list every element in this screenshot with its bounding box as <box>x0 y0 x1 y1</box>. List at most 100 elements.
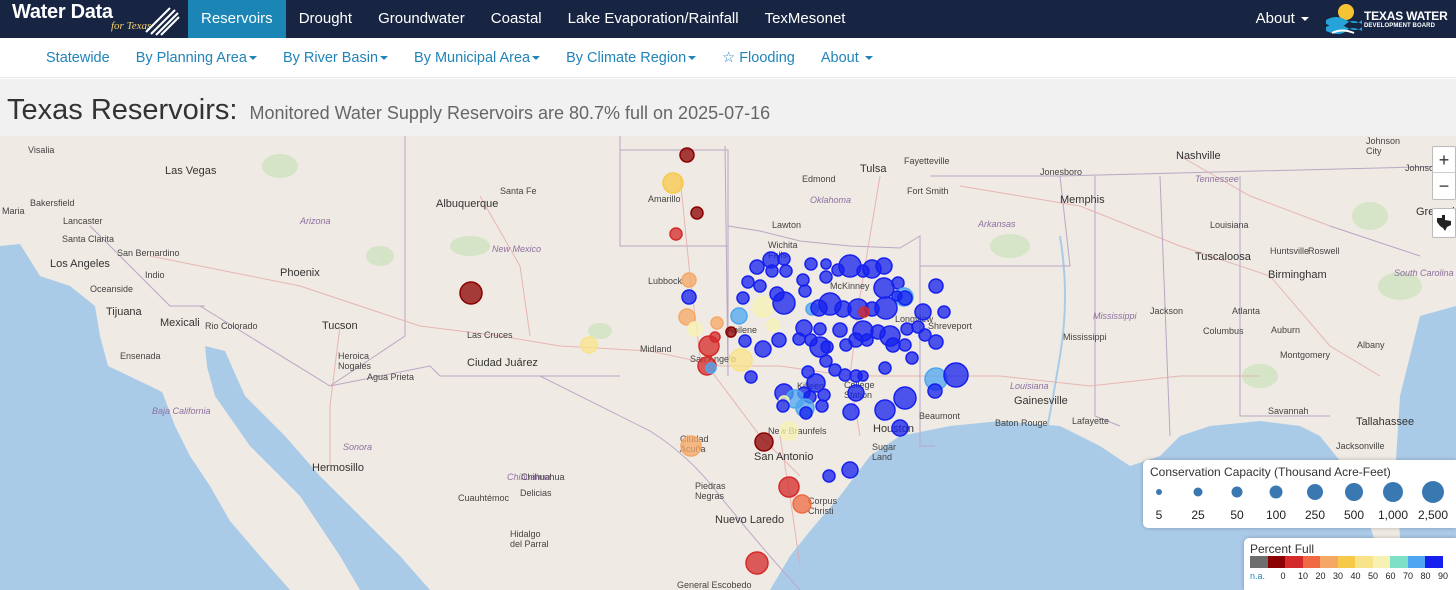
reservoir-marker[interactable] <box>765 264 779 278</box>
reservoir-marker[interactable] <box>832 322 848 338</box>
reservoir-marker[interactable] <box>928 334 944 350</box>
reservoir-marker[interactable] <box>736 291 750 305</box>
twdb-logo[interactable]: TEXAS WATER DEVELOPMENT BOARD <box>1322 0 1456 38</box>
reservoir-marker[interactable] <box>777 252 791 266</box>
reservoir-marker[interactable] <box>943 362 969 388</box>
zoom-in-button[interactable]: + <box>1433 147 1455 173</box>
reservoir-marker[interactable] <box>820 258 832 270</box>
reservoir-marker[interactable] <box>792 494 812 514</box>
top-navbar: Water Data for Texas Reservoirs Drought … <box>0 0 1456 38</box>
subnav-by-planning-area[interactable]: By Planning Area <box>123 50 270 66</box>
reservoir-marker[interactable] <box>847 384 865 402</box>
reservoir-marker[interactable] <box>669 227 683 241</box>
reservoir-marker[interactable] <box>838 368 852 382</box>
reservoir-marker[interactable] <box>842 403 860 421</box>
reservoir-marker[interactable] <box>858 306 870 318</box>
zoom-out-button[interactable]: − <box>1433 173 1455 199</box>
reservoir-marker[interactable] <box>819 270 833 284</box>
reservoir-marker[interactable] <box>725 326 737 338</box>
percent-legend-ticks: n.a. 0 10 20 30 40 50 60 70 80 90 <box>1250 571 1455 583</box>
reservoir-marker[interactable] <box>799 406 813 420</box>
reservoir-marker[interactable] <box>459 281 483 305</box>
reservoir-marker[interactable] <box>891 419 909 437</box>
subnav-by-river-basin[interactable]: By River Basin <box>270 50 401 66</box>
subnav-statewide[interactable]: Statewide <box>33 50 123 66</box>
nav-groundwater[interactable]: Groundwater <box>365 0 478 38</box>
reservoir-marker[interactable] <box>820 340 834 354</box>
reservoir-marker[interactable] <box>754 340 772 358</box>
reservoir-marker[interactable] <box>914 303 932 321</box>
brand-logo[interactable]: Water Data for Texas <box>0 0 188 38</box>
reservoir-marker[interactable] <box>874 399 896 421</box>
nav-coastal[interactable]: Coastal <box>478 0 555 38</box>
reservoir-marker[interactable] <box>796 273 810 287</box>
reservoir-marker[interactable] <box>776 399 790 413</box>
reservoir-marker[interactable] <box>937 305 951 319</box>
reservoir-marker[interactable] <box>927 383 943 399</box>
reservoir-marker[interactable] <box>710 316 724 330</box>
reservoir-marker[interactable] <box>754 432 774 452</box>
reservoir-marker[interactable] <box>778 476 800 498</box>
texas-extent-button[interactable] <box>1432 208 1456 238</box>
reservoir-marker[interactable] <box>779 264 793 278</box>
reservoir-marker[interactable] <box>730 307 748 325</box>
reservoir-marker[interactable] <box>680 435 702 457</box>
reservoir-marker[interactable] <box>741 275 755 289</box>
reservoir-marker[interactable] <box>729 348 753 372</box>
reservoir-marker[interactable] <box>698 335 720 357</box>
reservoir-marker[interactable] <box>813 322 827 336</box>
nav-about-dropdown[interactable]: About <box>1243 0 1322 38</box>
reservoir-marker[interactable] <box>885 337 901 353</box>
subnav-by-municipal-area[interactable]: By Municipal Area <box>401 50 553 66</box>
reservoir-marker[interactable] <box>857 370 869 382</box>
reservoir-marker[interactable] <box>878 361 892 375</box>
reservoir-marker[interactable] <box>875 257 893 275</box>
reservoir-marker[interactable] <box>815 399 829 413</box>
reservoir-marker[interactable] <box>662 172 684 194</box>
reservoir-marker[interactable] <box>766 318 780 332</box>
reservoir-marker[interactable] <box>749 259 765 275</box>
nav-reservoirs[interactable]: Reservoirs <box>188 0 286 38</box>
reservoir-marker[interactable] <box>681 289 697 305</box>
reservoir-marker[interactable] <box>681 272 697 288</box>
reservoir-marker[interactable] <box>690 206 704 220</box>
reservoir-marker[interactable] <box>687 321 703 337</box>
reservoir-marker[interactable] <box>841 461 859 479</box>
reservoir-marker[interactable] <box>744 370 758 384</box>
nav-texmesonet[interactable]: TexMesonet <box>752 0 859 38</box>
reservoir-marker[interactable] <box>745 551 769 575</box>
reservoir-marker[interactable] <box>753 279 767 293</box>
reservoir-marker[interactable] <box>873 277 895 299</box>
reservoir-map[interactable]: Visalia Las Vegas Bakersfield Maria Lanc… <box>0 136 1456 590</box>
nav-drought[interactable]: Drought <box>286 0 365 38</box>
reservoir-marker[interactable] <box>679 147 695 163</box>
reservoir-marker[interactable] <box>792 332 806 346</box>
subnav-statewide-label: Statewide <box>46 49 110 66</box>
reservoir-marker[interactable] <box>817 388 831 402</box>
reservoir-marker[interactable] <box>804 257 818 271</box>
reservoir-marker[interactable] <box>897 290 913 306</box>
reservoir-marker[interactable] <box>860 333 874 347</box>
reservoir-marker[interactable] <box>893 386 917 410</box>
nav-lake-evaporation[interactable]: Lake Evaporation/Rainfall <box>555 0 752 38</box>
subnav-by-climate-region[interactable]: By Climate Region <box>553 50 709 66</box>
reservoir-marker[interactable] <box>822 469 836 483</box>
reservoir-marker[interactable] <box>928 278 944 294</box>
subnav-about[interactable]: About <box>808 50 886 66</box>
reservoir-marker[interactable] <box>905 351 919 365</box>
reservoir-marker[interactable] <box>779 421 799 441</box>
reservoir-marker[interactable] <box>891 276 905 290</box>
page-title: Texas Reservoirs: Monitored Water Supply… <box>7 94 770 127</box>
reservoir-marker[interactable] <box>580 336 598 354</box>
subnav-flooding[interactable]: ☆ Flooding <box>709 50 808 66</box>
reservoir-marker[interactable] <box>819 354 833 368</box>
reservoir-marker[interactable] <box>798 284 812 298</box>
reservoir-marker[interactable] <box>874 296 898 320</box>
reservoir-marker[interactable] <box>705 362 717 374</box>
reservoir-marker[interactable] <box>771 332 787 348</box>
reservoir-marker[interactable] <box>772 291 796 315</box>
reservoir-marker[interactable] <box>752 296 774 318</box>
reservoir-marker[interactable] <box>738 334 752 348</box>
reservoir-marker[interactable] <box>898 338 912 352</box>
reservoir-marker[interactable] <box>900 322 914 336</box>
